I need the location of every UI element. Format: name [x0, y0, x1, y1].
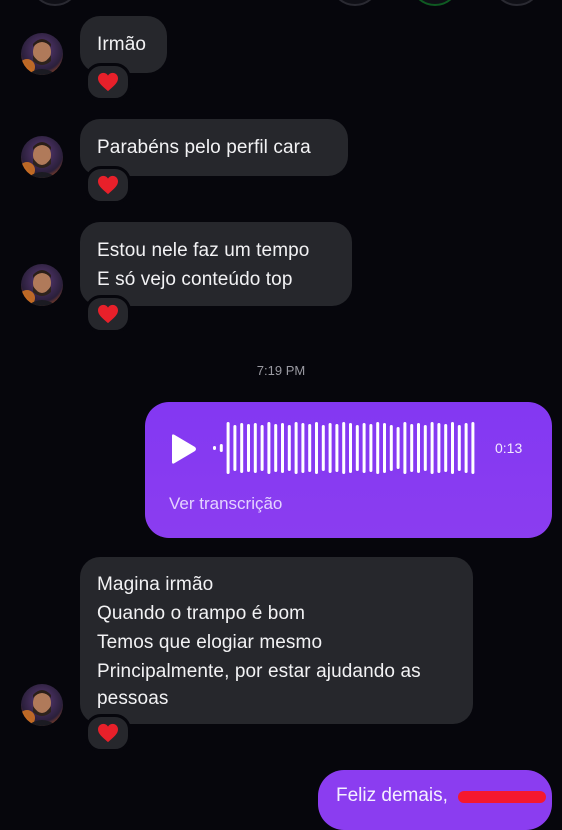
waveform-bar [471, 422, 475, 474]
message-text: pessoas [97, 688, 169, 709]
top-partial-circle-2[interactable] [410, 0, 460, 6]
message-timestamp: 7:19 PM [256, 363, 306, 378]
waveform-bar [437, 423, 441, 473]
top-partial-circle-3[interactable] [492, 0, 542, 6]
waveform-bar [321, 425, 325, 471]
waveform-bar [369, 424, 373, 472]
message-text: Magina irmão [97, 574, 214, 595]
reaction-badge[interactable] [85, 714, 131, 752]
avatar-image [21, 136, 63, 178]
reaction-badge[interactable] [85, 295, 131, 333]
waveform-bar [267, 422, 271, 474]
waveform-bar [294, 422, 298, 474]
waveform-bar [260, 425, 264, 471]
heart-icon [98, 72, 118, 92]
message-text: E só vejo conteúdo top [97, 269, 293, 290]
message-text: Quando o trampo é bom [97, 603, 306, 624]
top-partial-circle-1[interactable] [330, 0, 380, 6]
heart-icon [98, 175, 118, 195]
waveform-bar [376, 422, 380, 474]
waveform-bar [219, 444, 223, 452]
message-text: Irmão [97, 34, 147, 55]
message-bubble-4[interactable]: Magina irmão Quando o trampo é bom Temos… [80, 557, 473, 724]
top-partial-circle-0[interactable] [30, 0, 80, 6]
waveform-bar [403, 422, 407, 474]
waveform-bar [451, 422, 454, 474]
redaction-mark [458, 791, 546, 803]
waveform-bar [335, 424, 339, 472]
waveform-bar [274, 424, 278, 472]
message-text: Temos que elogiar mesmo [97, 632, 323, 653]
waveform-bar [355, 425, 359, 471]
waveform-bar [315, 422, 318, 474]
waveform-bar [362, 423, 366, 473]
heart-icon [98, 304, 118, 324]
avatar-image [21, 33, 63, 75]
waveform-bar [301, 423, 305, 473]
audio-waveform[interactable] [211, 416, 479, 480]
waveform-bar [233, 425, 237, 471]
waveform-bar [410, 424, 414, 472]
waveform-bar [247, 424, 250, 472]
waveform-bar [457, 425, 461, 471]
waveform-bar [444, 424, 448, 472]
outgoing-message-bubble[interactable]: Feliz demais, [318, 770, 552, 830]
avatar-image [21, 684, 63, 726]
waveform-bar [389, 425, 393, 471]
heart-icon [98, 723, 118, 743]
waveform-bar [226, 422, 230, 474]
waveform-bar [417, 423, 420, 473]
waveform-bar [342, 422, 346, 474]
message-text: Principalmente, por estar ajudando as [97, 661, 421, 682]
avatar[interactable] [21, 264, 63, 306]
voice-message-bubble[interactable]: 0:13 Ver transcrição [145, 402, 552, 538]
view-transcript-link[interactable]: Ver transcrição [169, 494, 282, 514]
reaction-badge[interactable] [85, 63, 131, 101]
waveform-bar [328, 423, 332, 473]
reaction-badge[interactable] [85, 166, 131, 204]
waveform-bar [240, 423, 244, 473]
waveform-bar [281, 423, 284, 473]
waveform-bar [349, 423, 352, 473]
avatar-image [21, 264, 63, 306]
message-text: Parabéns pelo perfil cara [97, 137, 311, 158]
play-button[interactable] [165, 432, 199, 466]
avatar[interactable] [21, 136, 63, 178]
waveform-bar [430, 422, 434, 474]
waveform-bar [253, 423, 257, 473]
waveform-bar [464, 423, 468, 473]
waveform-bar [213, 446, 216, 450]
waveform-bar [396, 427, 400, 469]
message-text: Estou nele faz um tempo [97, 240, 310, 261]
message-bubble-3[interactable]: Estou nele faz um tempo E só vejo conteú… [80, 222, 352, 306]
audio-duration: 0:13 [495, 440, 523, 456]
avatar[interactable] [21, 33, 63, 75]
waveform-bar [308, 424, 312, 472]
play-icon [172, 434, 196, 464]
waveform-bar [423, 425, 427, 471]
outgoing-message-text: Feliz demais, [336, 785, 448, 806]
avatar[interactable] [21, 684, 63, 726]
waveform-bar [287, 425, 291, 471]
waveform-bar [383, 423, 386, 473]
